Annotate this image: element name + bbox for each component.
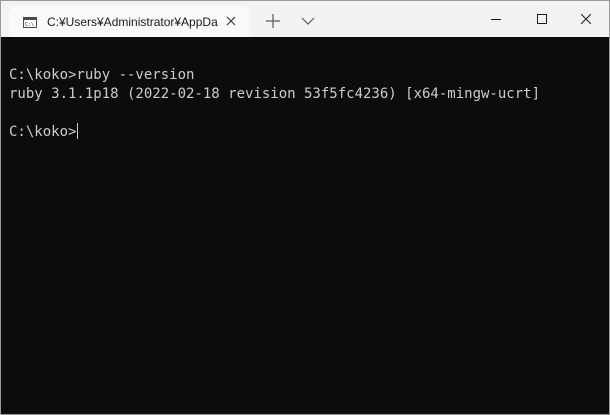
chevron-down-icon[interactable] bbox=[299, 13, 317, 29]
terminal-window: C:\ C:¥Users¥Administrator¥AppDa C:\koko… bbox=[0, 0, 610, 415]
plus-icon[interactable] bbox=[263, 11, 283, 31]
svg-text:C:\: C:\ bbox=[25, 22, 34, 28]
terminal-icon: C:\ bbox=[23, 15, 37, 28]
terminal-prompt-line[interactable]: C:\koko> bbox=[9, 123, 609, 142]
tab-command-prompt[interactable]: C:\ C:¥Users¥Administrator¥AppDa bbox=[9, 6, 249, 37]
terminal-prompt: C:\koko> bbox=[9, 124, 77, 140]
close-icon bbox=[581, 14, 591, 24]
minimize-button[interactable] bbox=[473, 1, 519, 37]
terminal-output[interactable]: C:\koko>ruby --version ruby 3.1.1p18 (20… bbox=[1, 37, 609, 414]
maximize-icon bbox=[537, 14, 547, 24]
maximize-button[interactable] bbox=[519, 1, 565, 37]
close-tab-icon[interactable] bbox=[224, 14, 238, 28]
tab-title: C:¥Users¥Administrator¥AppDa bbox=[47, 15, 218, 29]
text-cursor bbox=[77, 123, 79, 139]
terminal-line: C:\koko>ruby --version bbox=[9, 67, 195, 83]
close-button[interactable] bbox=[563, 1, 609, 37]
minimize-icon bbox=[491, 19, 501, 20]
title-bar[interactable]: C:\ C:¥Users¥Administrator¥AppDa bbox=[1, 1, 609, 37]
terminal-line: ruby 3.1.1p18 (2022-02-18 revision 53f5f… bbox=[9, 86, 541, 102]
